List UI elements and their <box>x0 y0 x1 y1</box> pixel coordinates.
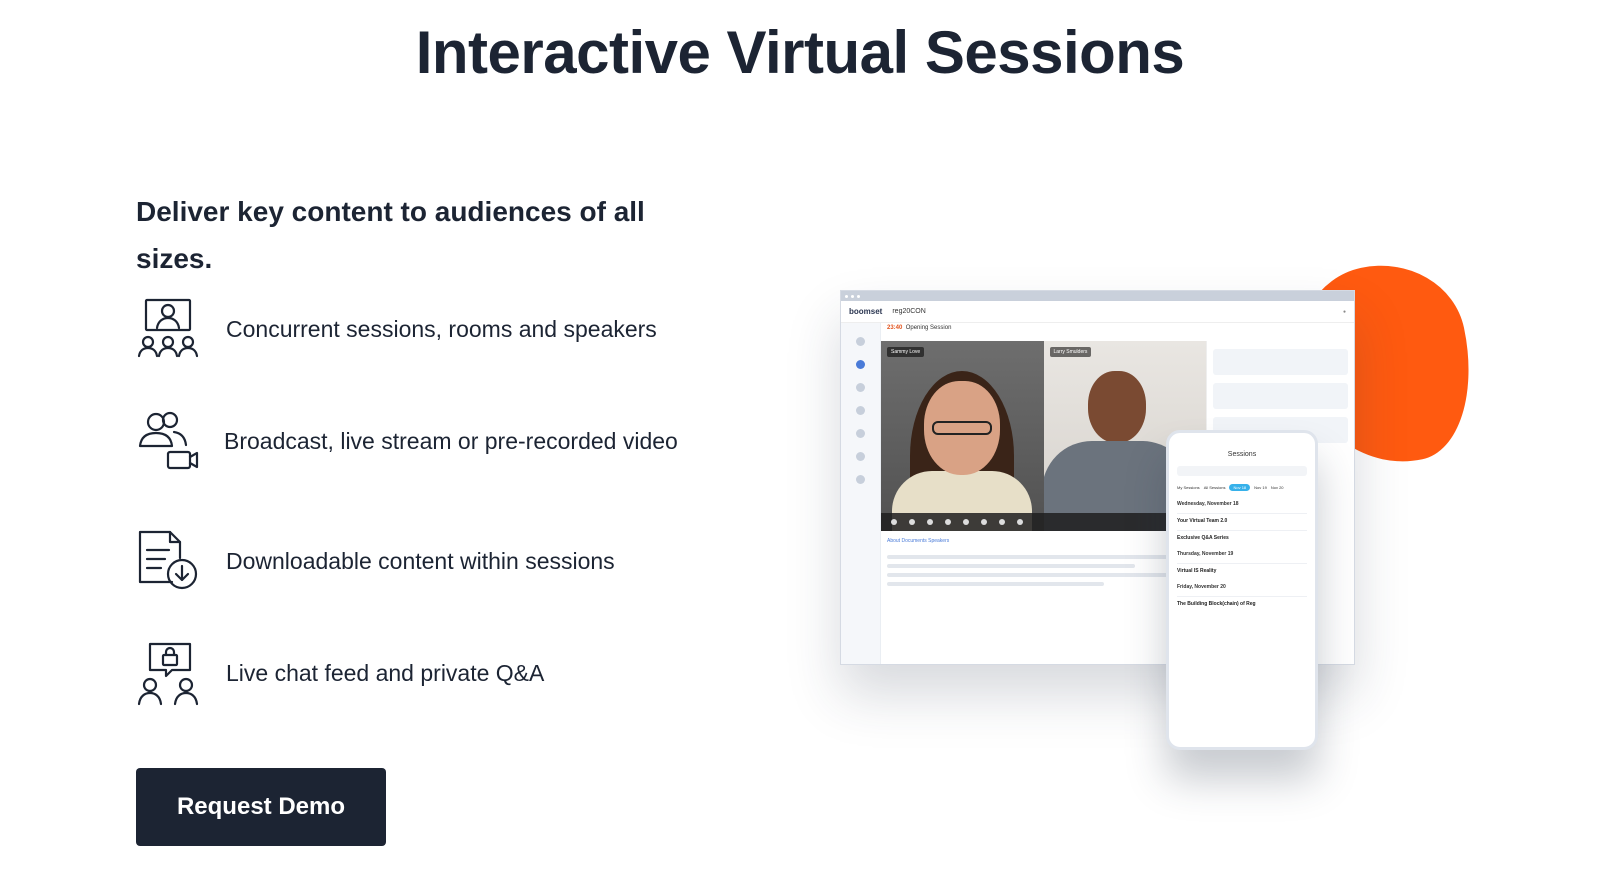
event-name: reg20CON <box>892 308 926 315</box>
speaker-figure <box>892 371 1033 531</box>
about-tabs: About Documents Speakers <box>887 538 950 544</box>
speaker-name-tag: Sammy Love <box>887 347 925 357</box>
document-download-icon <box>138 530 198 590</box>
feature-item: Downloadable content within sessions <box>136 528 696 594</box>
phone-day-heading: Friday, November 20 <box>1177 584 1226 590</box>
app-sidebar <box>841 323 881 664</box>
about-section: About Documents Speakers <box>887 537 1197 591</box>
list-item: The Building Block(chain) of Reg <box>1177 596 1307 607</box>
feature-item: Concurrent sessions, rooms and speakers <box>136 296 696 362</box>
feature-text: Downloadable content within sessions <box>226 548 615 574</box>
browser-window-bar <box>841 291 1354 301</box>
users-video-camera-icon <box>138 411 199 470</box>
feature-item: Live chat feed and private Q&A <box>136 640 696 706</box>
app-header: boomset reg20CON ● <box>841 301 1354 323</box>
speaker-name-tag: Larry Smulders <box>1049 347 1092 357</box>
avatar: ● <box>1342 308 1346 315</box>
phone-day-heading: Wednesday, November 18 <box>1177 501 1239 507</box>
video-controls-bar <box>881 513 1166 531</box>
session-label: Opening Session <box>905 325 952 331</box>
phone-search <box>1177 466 1307 476</box>
request-demo-button[interactable]: Request Demo <box>136 768 386 846</box>
session-time: 23:40 <box>887 325 903 331</box>
section-subtitle: Deliver key content to audiences of all … <box>136 196 645 274</box>
video-grid: Sammy Love Larry Smulders <box>881 341 1206 531</box>
phone-day-heading: Thursday, November 19 <box>1177 551 1234 557</box>
app-screenshot-mobile: Sessions My Sessions All Sessions Nov 18… <box>1166 430 1318 750</box>
feature-text: Live chat feed and private Q&A <box>226 660 545 686</box>
app-logo: boomset <box>849 307 883 316</box>
phone-title: Sessions <box>1227 451 1257 458</box>
video-tile-left: Sammy Love <box>881 341 1044 531</box>
list-item: Your Virtual Team 2.0 <box>1177 513 1307 524</box>
feature-text: Broadcast, live stream or pre-recorded v… <box>224 428 678 454</box>
list-item: Virtual IS Reality <box>1177 563 1307 574</box>
page-title: Interactive Virtual Sessions <box>415 19 1185 86</box>
chat-lock-users-icon <box>137 642 199 706</box>
phone-filters: My Sessions All Sessions Nov 18 Nov 19 N… <box>1177 484 1284 491</box>
list-item: Exclusive Q&A Series <box>1177 530 1307 541</box>
presenter-audience-icon <box>137 298 199 358</box>
feature-text: Concurrent sessions, rooms and speakers <box>226 316 657 342</box>
session-info: 23:40 Opening Session <box>887 325 951 331</box>
feature-item: Broadcast, live stream or pre-recorded v… <box>136 408 694 474</box>
